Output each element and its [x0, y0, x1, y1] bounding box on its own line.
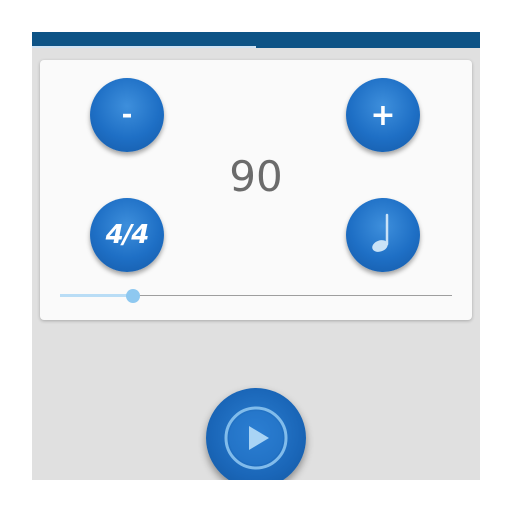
tempo-slider[interactable]: [60, 286, 452, 306]
decrease-tempo-button[interactable]: -: [90, 78, 164, 152]
note-value-button[interactable]: [346, 198, 420, 272]
quarter-note-icon: [363, 211, 403, 260]
tempo-card: - + 90 4/4: [40, 60, 472, 320]
play-icon: [206, 406, 306, 480]
decrease-label: -: [121, 100, 133, 130]
tempo-value: 90: [229, 152, 283, 201]
top-app-bar: [32, 32, 480, 48]
tab-indicator: [32, 46, 256, 48]
play-button[interactable]: [206, 388, 306, 480]
metronome-app: - + 90 4/4: [32, 32, 480, 480]
time-signature-label: 4/4: [105, 220, 150, 250]
slider-thumb[interactable]: [125, 289, 140, 303]
increase-tempo-button[interactable]: +: [346, 78, 420, 152]
time-signature-button[interactable]: 4/4: [90, 198, 164, 272]
slider-fill: [60, 294, 133, 297]
increase-label: +: [370, 97, 396, 133]
